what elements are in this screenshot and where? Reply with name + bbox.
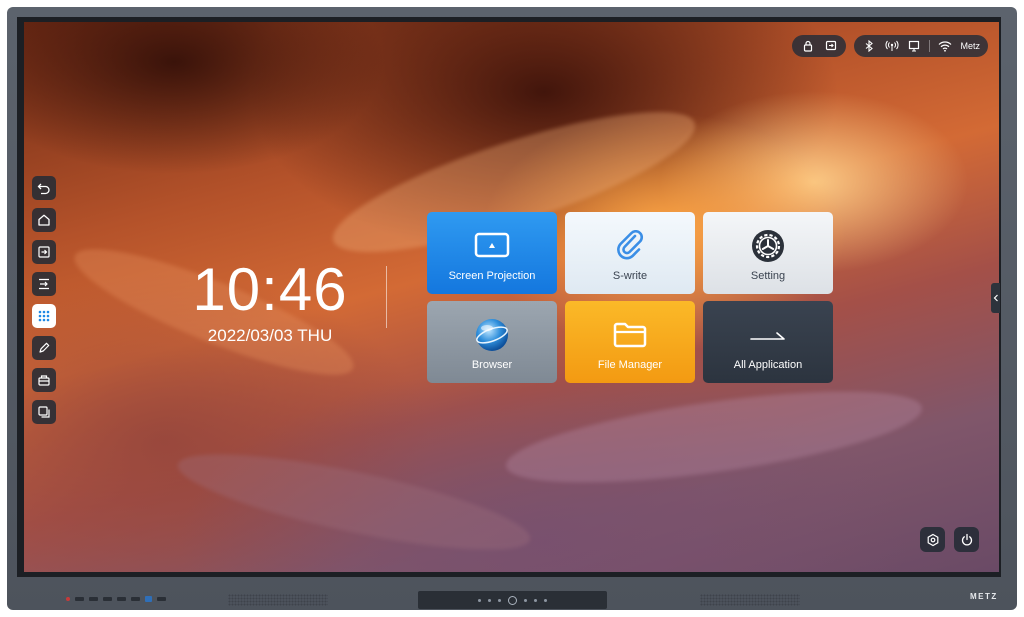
- setting-label: Setting: [750, 270, 786, 282]
- lock-icon[interactable]: [800, 38, 815, 54]
- arrow-right-icon: [748, 318, 788, 352]
- status-separator: [929, 40, 931, 52]
- wifi-network-name: Metz: [960, 41, 980, 51]
- control-dot[interactable]: [478, 598, 481, 602]
- touch-port: [157, 597, 166, 601]
- power-button[interactable]: [954, 527, 979, 552]
- chevron-left-icon: [993, 294, 998, 302]
- usb-port: [75, 597, 84, 601]
- home-hardware-button[interactable]: [508, 595, 517, 605]
- usb3-port: [145, 596, 152, 602]
- home-icon: [38, 214, 50, 226]
- screen-projection-tile[interactable]: Screen Projection: [427, 212, 557, 294]
- output-button[interactable]: [32, 272, 56, 296]
- front-ports: [66, 596, 166, 602]
- input-source-icon[interactable]: [823, 38, 838, 54]
- output-icon: [39, 278, 49, 290]
- power-icon: [961, 533, 972, 545]
- front-control-bar: [418, 591, 607, 609]
- annotate-button[interactable]: [32, 336, 56, 360]
- wallpaper-streak: [171, 435, 537, 569]
- windows-button[interactable]: [32, 400, 56, 424]
- clock-time: 10:46: [192, 256, 348, 323]
- browser-tile[interactable]: Browser: [427, 301, 557, 383]
- setting-tile[interactable]: Setting: [703, 212, 833, 294]
- quick-status-pill[interactable]: [792, 35, 846, 57]
- side-panel-handle[interactable]: [991, 283, 1000, 313]
- type-c-port: [131, 597, 140, 601]
- apps-grid-icon: [38, 310, 50, 322]
- display-icon[interactable]: [907, 38, 921, 54]
- toolbox-button[interactable]: [32, 368, 56, 392]
- wallpaper-streak: [501, 373, 927, 501]
- control-dot[interactable]: [488, 598, 491, 602]
- usb-port: [89, 597, 98, 601]
- hotspot-icon[interactable]: [884, 38, 899, 54]
- browser-globe-icon: [474, 318, 510, 352]
- toolbox-icon: [38, 375, 50, 386]
- usb-port: [103, 597, 112, 601]
- input-icon: [38, 246, 50, 258]
- input-source-button[interactable]: [32, 240, 56, 264]
- power-indicator-led: [66, 597, 70, 601]
- bluetooth-icon[interactable]: [862, 38, 876, 54]
- back-icon: [37, 183, 50, 195]
- speaker-grille-right: [700, 594, 800, 606]
- pen-icon: [39, 342, 50, 353]
- screen-projection-label: Screen Projection: [448, 270, 536, 282]
- clock-date: 2022/03/03 THU: [207, 326, 333, 345]
- apps-button[interactable]: [32, 304, 56, 328]
- control-dot[interactable]: [524, 598, 527, 602]
- left-sidebar: [32, 176, 56, 432]
- settings-gear-icon: [750, 229, 786, 263]
- file-manager-label: File Manager: [597, 359, 663, 371]
- brand-logo: METZ: [970, 592, 998, 601]
- paperclip-icon: [615, 229, 645, 263]
- home-button[interactable]: [32, 208, 56, 232]
- folder-icon: [613, 318, 647, 352]
- control-dot[interactable]: [544, 598, 547, 602]
- connectivity-pill[interactable]: Metz: [854, 35, 988, 57]
- control-dot[interactable]: [534, 598, 537, 602]
- speaker-grille-left: [228, 594, 328, 606]
- all-application-tile[interactable]: All Application: [703, 301, 833, 383]
- hexagon-settings-icon: [927, 533, 938, 546]
- screen-projection-icon: [474, 229, 510, 263]
- wifi-icon[interactable]: [938, 38, 952, 54]
- clock-divider: [386, 266, 387, 328]
- s-write-tile[interactable]: S-write: [565, 212, 695, 294]
- s-write-label: S-write: [612, 270, 648, 282]
- browser-label: Browser: [471, 359, 513, 371]
- file-manager-tile[interactable]: File Manager: [565, 301, 695, 383]
- settings-shortcut-button[interactable]: [920, 527, 945, 552]
- control-dot[interactable]: [498, 598, 501, 602]
- multi-window-icon: [38, 406, 50, 418]
- all-application-label: All Application: [733, 359, 803, 371]
- hdmi-port: [117, 597, 126, 601]
- back-button[interactable]: [32, 176, 56, 200]
